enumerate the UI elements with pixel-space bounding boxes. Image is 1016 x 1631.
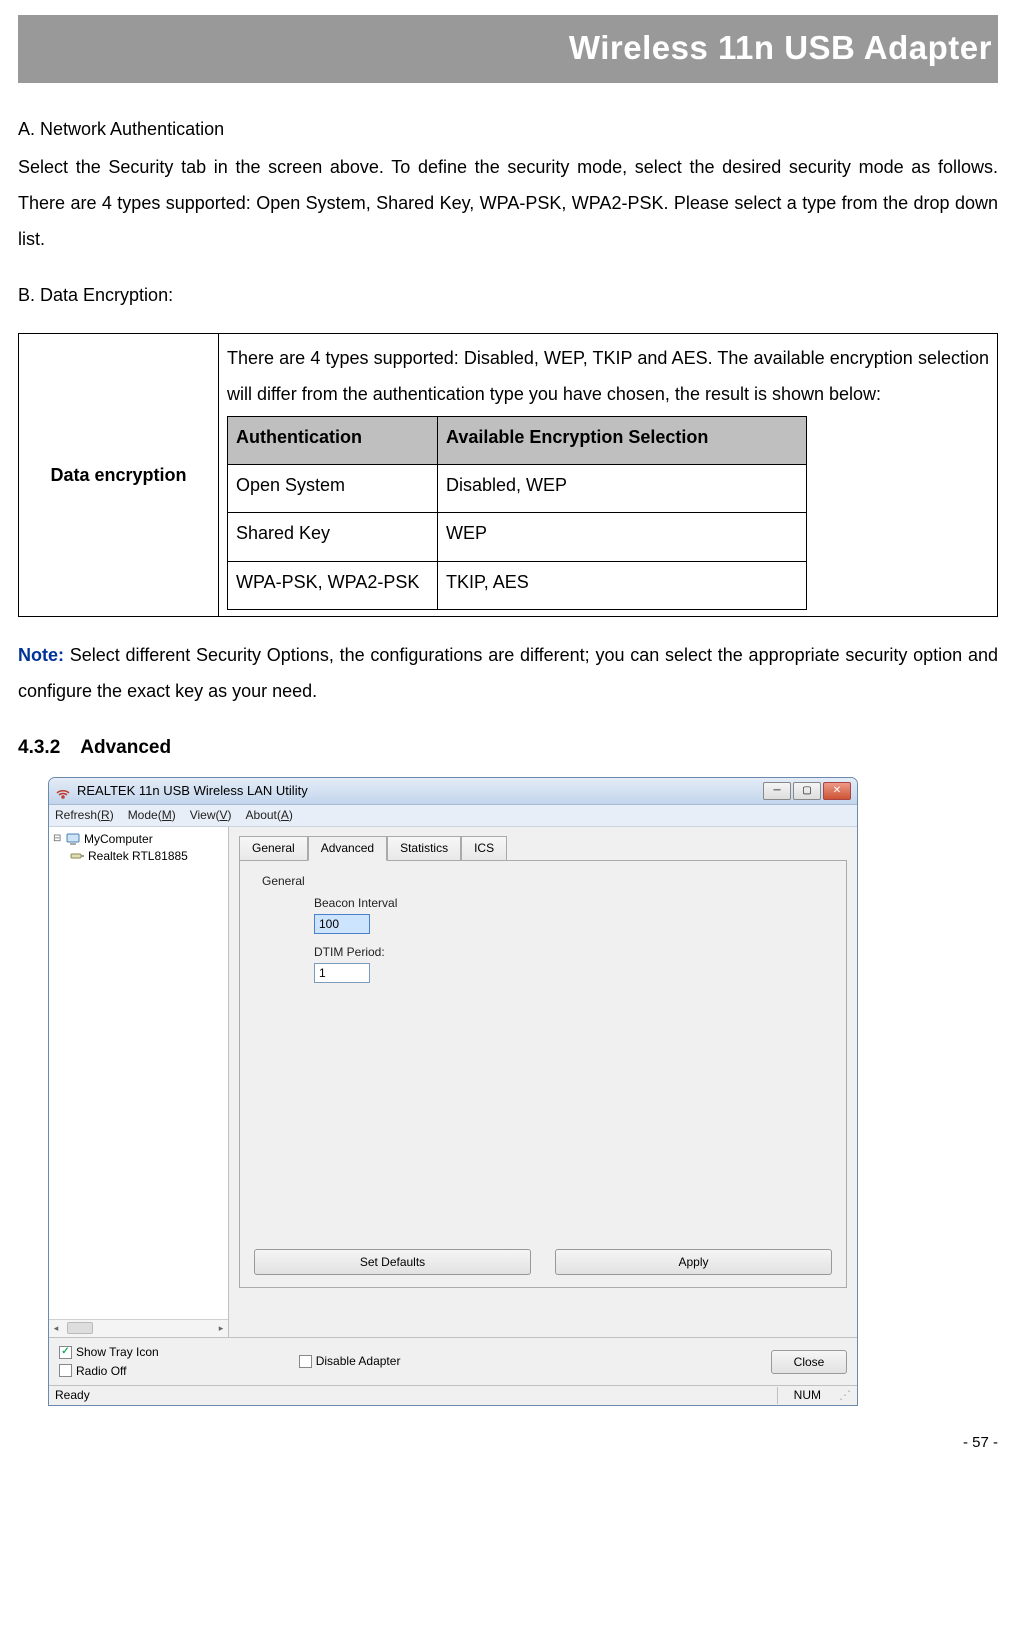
show-tray-label: Show Tray Icon [76, 1344, 159, 1361]
radio-off-checkbox[interactable] [59, 1364, 72, 1377]
maximize-button[interactable]: ▢ [793, 782, 821, 800]
dtim-period-input[interactable] [314, 963, 370, 983]
tree-label-adapter: Realtek RTL81885 [88, 848, 188, 865]
minimize-button[interactable]: ─ [763, 782, 791, 800]
computer-icon [65, 832, 81, 846]
cell-enc: WEP [438, 513, 807, 561]
tree-horizontal-scrollbar[interactable]: ◂ ▸ [49, 1319, 228, 1337]
tab-ics[interactable]: ICS [461, 836, 507, 861]
menu-view[interactable]: View(V) [190, 807, 232, 824]
tab-statistics[interactable]: Statistics [387, 836, 461, 861]
tab-strip: General Advanced Statistics ICS [239, 835, 847, 860]
inner-th-auth: Authentication [228, 417, 438, 465]
menu-about[interactable]: About(A) [246, 807, 293, 824]
cell-auth: Open System [228, 465, 438, 513]
beacon-interval-input[interactable] [314, 914, 370, 934]
show-tray-checkbox[interactable] [59, 1346, 72, 1359]
section-b-heading: B. Data Encryption: [18, 277, 998, 313]
note-paragraph: Note: Select different Security Options,… [18, 637, 998, 709]
bottom-center: Disable Adapter [199, 1353, 771, 1370]
radio-off-row[interactable]: Radio Off [59, 1363, 159, 1380]
cell-enc: TKIP, AES [438, 561, 807, 609]
radio-off-label: Radio Off [76, 1363, 126, 1380]
group-general-label: General [262, 873, 832, 890]
tree-label-mycomputer: MyComputer [84, 831, 153, 848]
table-row: Open System Disabled, WEP [228, 465, 807, 513]
tree-collapse-icon[interactable]: ⊟ [53, 832, 62, 846]
table-row: WPA-PSK, WPA2-PSK TKIP, AES [228, 561, 807, 609]
note-label: Note: [18, 645, 64, 665]
show-tray-icon-row[interactable]: Show Tray Icon [59, 1344, 159, 1361]
window-buttons: ─ ▢ ✕ [763, 782, 851, 800]
apply-button[interactable]: Apply [555, 1249, 832, 1275]
status-ready: Ready [55, 1387, 777, 1404]
right-pane: General Advanced Statistics ICS General … [229, 827, 857, 1337]
wifi-icon [55, 783, 71, 799]
table-row: Shared Key WEP [228, 513, 807, 561]
tree-pane: ⊟ MyComputer Realtek RTL81885 ◂ ▸ [49, 827, 229, 1337]
heading-432-number: 4.3.2 [18, 729, 60, 767]
status-bar: Ready NUM ⋰ [49, 1385, 857, 1405]
section-a-body: Select the Security tab in the screen ab… [18, 149, 998, 257]
beacon-interval-label: Beacon Interval [314, 895, 832, 912]
menu-mode[interactable]: Mode(M) [128, 807, 176, 824]
note-body: Select different Security Options, the c… [18, 645, 998, 701]
outer-table-left-cell: Data encryption [19, 334, 219, 617]
bottom-left-checks: Show Tray Icon Radio Off [59, 1344, 199, 1380]
disable-adapter-row[interactable]: Disable Adapter [299, 1353, 401, 1370]
scroll-left-icon[interactable]: ◂ [49, 1322, 63, 1335]
disable-adapter-label: Disable Adapter [316, 1353, 401, 1370]
panel-button-row: Set Defaults Apply [254, 1249, 832, 1275]
data-encryption-table: Data encryption There are 4 types suppor… [18, 333, 998, 617]
cell-auth: WPA-PSK, WPA2-PSK [228, 561, 438, 609]
cell-enc: Disabled, WEP [438, 465, 807, 513]
tree-item-mycomputer[interactable]: ⊟ MyComputer [53, 831, 224, 848]
encryption-inner-table: Authentication Available Encryption Sele… [227, 416, 807, 610]
outer-table-right-cell: There are 4 types supported: Disabled, W… [219, 334, 998, 617]
scroll-thumb[interactable] [67, 1322, 93, 1334]
tab-panel-advanced: General Beacon Interval DTIM Period: Set… [239, 860, 847, 1288]
heading-432-title: Advanced [80, 737, 171, 758]
close-button[interactable]: Close [771, 1350, 847, 1374]
set-defaults-button[interactable]: Set Defaults [254, 1249, 531, 1275]
menu-refresh[interactable]: Refresh(R) [55, 807, 114, 824]
close-window-button[interactable]: ✕ [823, 782, 851, 800]
status-num: NUM [777, 1387, 837, 1404]
menubar: Refresh(R) Mode(M) View(V) About(A) [49, 805, 857, 827]
document-header: Wireless 11n USB Adapter [18, 15, 998, 83]
tab-advanced[interactable]: Advanced [308, 836, 387, 861]
heading-4-3-2: 4.3.2 Advanced [18, 729, 998, 767]
titlebar[interactable]: REALTEK 11n USB Wireless LAN Utility ─ ▢… [49, 778, 857, 805]
adapter-icon [69, 849, 85, 863]
resize-grip-icon[interactable]: ⋰ [837, 1387, 851, 1404]
disable-adapter-checkbox[interactable] [299, 1355, 312, 1368]
window-title: REALTEK 11n USB Wireless LAN Utility [77, 782, 763, 800]
inner-th-encryption: Available Encryption Selection [438, 417, 807, 465]
wlan-utility-window: REALTEK 11n USB Wireless LAN Utility ─ ▢… [48, 777, 858, 1407]
encryption-intro: There are 4 types supported: Disabled, W… [227, 348, 989, 404]
bottom-bar: Show Tray Icon Radio Off Disable Adapter… [49, 1337, 857, 1386]
tab-general[interactable]: General [239, 836, 308, 861]
tree-item-adapter[interactable]: Realtek RTL81885 [69, 848, 224, 865]
page-number: - 57 - [18, 1428, 998, 1458]
section-a-heading: A. Network Authentication [18, 111, 998, 147]
tree-body: ⊟ MyComputer Realtek RTL81885 [49, 827, 228, 1319]
cell-auth: Shared Key [228, 513, 438, 561]
dtim-period-label: DTIM Period: [314, 944, 832, 961]
scroll-right-icon[interactable]: ▸ [214, 1322, 228, 1335]
content-area: ⊟ MyComputer Realtek RTL81885 ◂ ▸ [49, 827, 857, 1337]
